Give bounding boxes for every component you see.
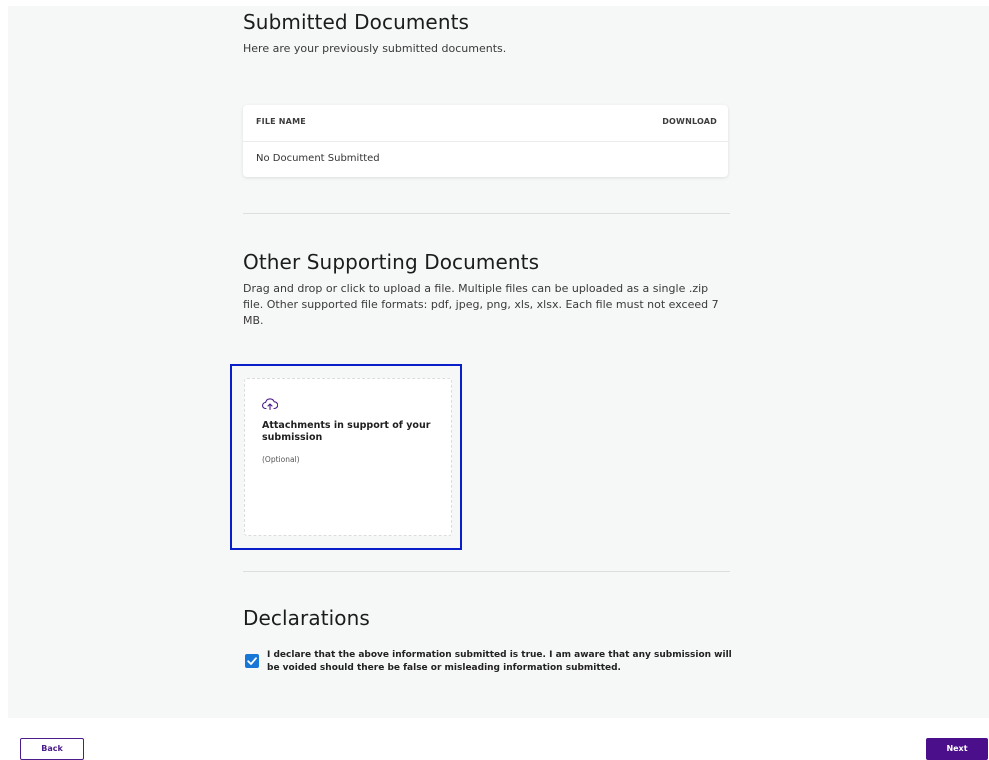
next-button[interactable]: Next xyxy=(926,738,988,760)
upload-card-optional: (Optional) xyxy=(262,455,300,464)
submitted-documents-table: FILE NAME DOWNLOAD No Document Submitted xyxy=(243,105,728,177)
page: Submitted Documents Here are your previo… xyxy=(0,0,989,760)
checkmark-icon xyxy=(247,657,257,665)
declaration-text: I declare that the above information sub… xyxy=(267,650,732,673)
cloud-upload-icon xyxy=(262,398,278,411)
back-button[interactable]: Back xyxy=(20,738,84,760)
declarations-title: Declarations xyxy=(243,606,370,630)
upload-card-label: Attachments in support of your submissio… xyxy=(262,420,431,443)
section-divider xyxy=(243,571,730,572)
column-header-file-name: FILE NAME xyxy=(256,117,306,126)
other-supporting-documents-title: Other Supporting Documents xyxy=(243,250,540,274)
table-empty-message: No Document Submitted xyxy=(256,153,380,164)
table-header: FILE NAME DOWNLOAD xyxy=(243,105,728,142)
submitted-documents-description: Here are your previously submitted docum… xyxy=(243,42,507,55)
attachments-upload-dropzone[interactable]: Attachments in support of your submissio… xyxy=(244,378,452,536)
declaration-checkbox[interactable] xyxy=(245,654,259,668)
other-supporting-documents-description: Drag and drop or click to upload a file.… xyxy=(243,282,719,327)
section-divider xyxy=(243,213,730,214)
column-header-download: DOWNLOAD xyxy=(662,117,717,126)
submitted-documents-title: Submitted Documents xyxy=(243,10,470,34)
